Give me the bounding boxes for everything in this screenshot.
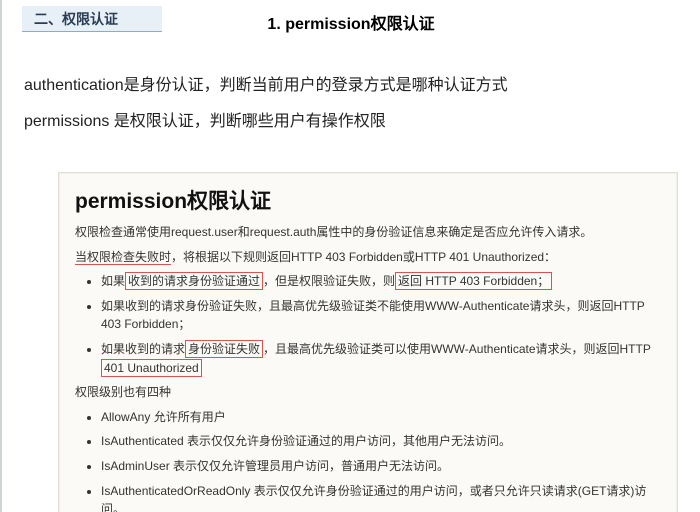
card-paragraph-3: 权限级别也有四种 [75, 383, 661, 402]
rule-item-2: 如果收到的请求身份验证失败，且最高优先级验证类不能使用WWW-Authentic… [101, 297, 661, 334]
intro-permissions: permissions 是权限认证，判断哪些用户有操作权限 [24, 111, 680, 133]
rule-list: 如果收到的请求身份验证通过，但是权限验证失败，则返回 HTTP 403 Forb… [75, 272, 661, 377]
level-item-isauth: IsAuthenticated 表示仅仅允许身份验证通过的用户访问，其他用户无法… [101, 432, 661, 451]
rule1-highlight-pass: 收到的请求身份验证通过 [125, 272, 263, 290]
intro-block: authentication是身份认证，判断当前用户的登录方式是哪种认证方式 p… [24, 75, 680, 148]
card-heading: permission权限认证 [75, 185, 661, 215]
page-root: 二、权限认证 1. permission权限认证 authentication是… [0, 0, 700, 512]
rule1-mid: ，但是权限验证失败，则 [263, 274, 395, 288]
fail-underline: 当权限检查失败时 [75, 250, 171, 265]
rule3-highlight-401: 401 Unauthorized [101, 359, 202, 377]
level-list: AllowAny 允许所有用户 IsAuthenticated 表示仅仅允许身份… [75, 408, 661, 512]
rule3-mid: ，且最高优先级验证类可以使用WWW-Authenticate请求头，则返回HTT… [263, 342, 651, 356]
level-item-allowany: AllowAny 允许所有用户 [101, 408, 661, 427]
rule-item-1: 如果收到的请求身份验证通过，但是权限验证失败，则返回 HTTP 403 Forb… [101, 272, 661, 291]
permission-card: permission权限认证 权限检查通常使用request.user和requ… [58, 172, 678, 512]
breadcrumb: 二、权限认证 [22, 6, 162, 32]
rule1-pre: 如果 [101, 274, 125, 288]
header: 二、权限认证 1. permission权限认证 [2, 0, 700, 36]
rule3-highlight-fail: 身份验证失败 [185, 340, 263, 358]
rule-item-3: 如果收到的请求身份验证失败，且最高优先级验证类可以使用WWW-Authentic… [101, 340, 661, 377]
rule2-text: 如果收到的请求身份验证失败，且最高优先级验证类不能使用WWW-Authentic… [101, 299, 645, 332]
level-item-isadmin: IsAdminUser 表示仅仅允许管理员用户访问，普通用户无法访问。 [101, 457, 661, 476]
card-paragraph-1: 权限检查通常使用request.user和request.auth属性中的身份验… [75, 223, 661, 242]
rule3-pre: 如果收到的请求 [101, 342, 185, 356]
rule1-highlight-403: 返回 HTTP 403 Forbidden； [395, 272, 552, 290]
intro-authentication: authentication是身份认证，判断当前用户的登录方式是哪种认证方式 [24, 75, 680, 97]
fail-rest: ，将根据以下规则返回HTTP 403 Forbidden或HTTP 401 Un… [171, 250, 556, 264]
card-paragraph-2: 当权限检查失败时，将根据以下规则返回HTTP 403 Forbidden或HTT… [75, 248, 661, 267]
page-title: 1. permission权限认证 [267, 10, 434, 34]
level-item-readonly: IsAuthenticatedOrReadOnly 表示仅仅允许身份验证通过的用… [101, 482, 661, 512]
